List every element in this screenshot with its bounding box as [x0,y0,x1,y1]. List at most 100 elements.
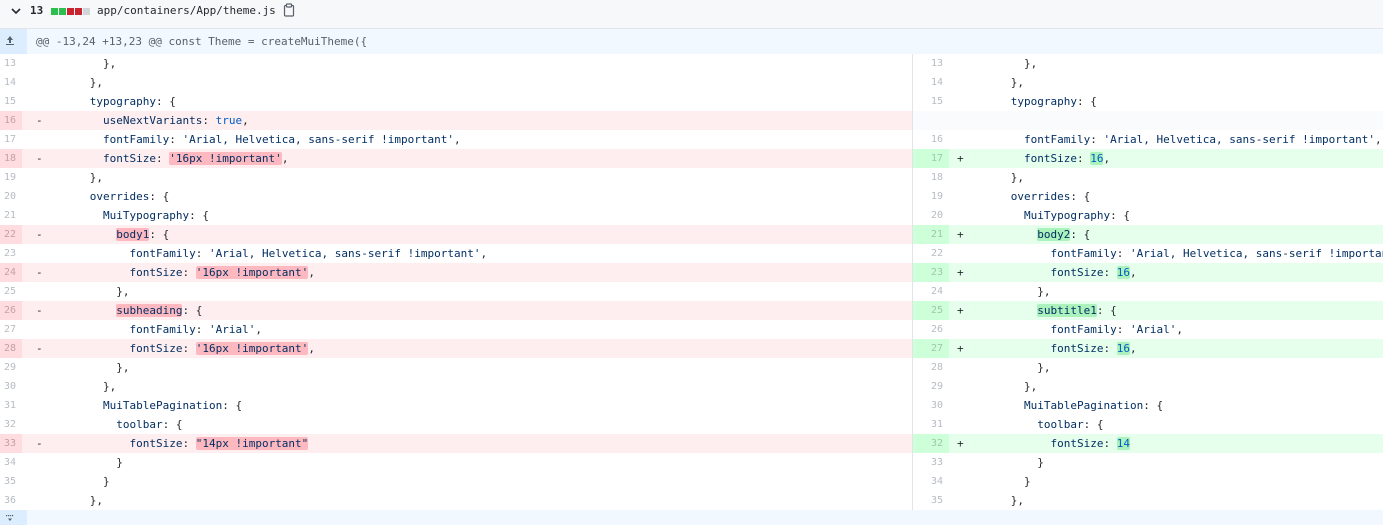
line-number[interactable]: 13 [0,54,22,73]
expand-down-icon[interactable] [0,510,27,525]
line-number[interactable]: 26 [913,320,949,339]
line-number[interactable]: 16 [0,111,22,130]
line-number[interactable]: 17 [0,130,22,149]
line-number[interactable]: 36 [0,491,22,510]
line-number[interactable]: 18 [913,168,949,187]
code-text: }, [971,73,1024,92]
code-text: MuiTypography: { [971,206,1130,225]
diff-line: 31 MuiTablePagination: { [0,396,912,415]
code-token: , [1129,342,1137,355]
line-number[interactable]: 15 [913,92,949,111]
file-path[interactable]: app/containers/App/theme.js [97,0,276,29]
line-number[interactable]: 17 [913,149,949,168]
line-number[interactable]: 26 [0,301,22,320]
diffstat-block [67,8,74,15]
diff-line: 20 MuiTypography: { [913,206,1383,225]
line-number[interactable]: 35 [913,491,949,510]
line-number[interactable]: 33 [913,453,949,472]
diff-line: 19 }, [0,168,912,187]
code-text: fontSize: '16px !important', [50,339,315,358]
line-number[interactable]: 31 [913,415,949,434]
code-token: : [1076,152,1091,165]
deletion-marker: - [36,437,43,450]
line-number[interactable]: 24 [913,282,949,301]
code-text: fontFamily: 'Arial, Helvetica, sans-seri… [971,130,1382,149]
diff-line: 32 + fontSize: 14 [913,434,1383,453]
diff-line: 35 } [0,472,912,491]
code-token: } [116,456,123,469]
line-number[interactable]: 28 [913,358,949,377]
code-token: , [1103,152,1111,165]
line-number[interactable]: 32 [913,434,949,453]
change-count: 13 [30,4,44,17]
code-token: "14px !important" [195,437,309,450]
deletion-marker: - [36,228,43,241]
line-number[interactable]: 18 [0,149,22,168]
code-text: }, [971,491,1024,510]
code-token: : { [162,418,183,431]
line-number[interactable]: 22 [0,225,22,244]
line-number[interactable]: 19 [913,187,949,206]
code-token: 'Arial' [1129,323,1177,336]
line-number[interactable]: 13 [913,54,949,73]
code-token: 'Arial, Helvetica, sans-serif !important… [182,133,454,146]
code-token: , [480,247,488,260]
diff-line: 24 - fontSize: '16px !important', [0,263,912,282]
expand-up-icon[interactable] [0,29,27,54]
line-number[interactable]: 21 [913,225,949,244]
code-token: overrides [89,190,150,203]
code-text: }, [971,168,1024,187]
code-text: fontSize: 16, [971,339,1137,358]
code-token: : { [182,304,203,317]
code-token: typography [1010,95,1077,108]
line-number[interactable]: 31 [0,396,22,415]
line-number[interactable]: 16 [913,130,949,149]
code-token: fontSize [102,152,156,165]
diff-line: 23 + fontSize: 16, [913,263,1383,282]
line-number[interactable]: 30 [0,377,22,396]
code-token: fontFamily [1050,323,1117,336]
code-token: : { [155,95,176,108]
code-token: fontSize [129,342,183,355]
line-number[interactable]: 28 [0,339,22,358]
line-number[interactable]: 27 [0,320,22,339]
diff-line: 17 fontFamily: 'Arial, Helvetica, sans-s… [0,130,912,149]
line-number[interactable]: 25 [0,282,22,301]
line-number[interactable]: 19 [0,168,22,187]
code-token: }, [116,285,130,298]
code-token: 14 [1116,437,1130,450]
line-number[interactable]: 15 [0,92,22,111]
line-number[interactable]: 27 [913,339,949,358]
line-number[interactable]: 21 [0,206,22,225]
chevron-down-icon[interactable] [10,0,22,29]
addition-marker: + [957,437,964,450]
code-token: : [1103,342,1117,355]
code-token: : { [1070,190,1091,203]
line-number[interactable]: 34 [0,453,22,472]
line-number[interactable]: 14 [913,73,949,92]
line-number[interactable]: 23 [0,244,22,263]
line-number[interactable]: 25 [913,301,949,320]
code-token: fontSize [129,437,183,450]
line-number[interactable]: 29 [913,377,949,396]
line-number[interactable]: 32 [0,415,22,434]
line-number[interactable]: 22 [913,244,949,263]
line-number[interactable]: 33 [0,434,22,453]
clipboard-icon[interactable] [283,0,295,29]
line-number[interactable]: 20 [0,187,22,206]
line-number[interactable]: 29 [0,358,22,377]
code-token: MuiTablePagination [102,399,223,412]
line-number[interactable]: 24 [0,263,22,282]
line-number[interactable]: 35 [0,472,22,491]
code-token: }, [1037,361,1051,374]
line-number[interactable]: 34 [913,472,949,491]
code-token: 'Arial, Helvetica, sans-serif !important… [208,247,481,260]
line-number[interactable]: 20 [913,206,949,225]
line-number [913,111,949,130]
line-number[interactable]: 23 [913,263,949,282]
code-token: fontSize [1023,152,1077,165]
line-number[interactable]: 30 [913,396,949,415]
code-token: : [195,323,209,336]
code-text: fontSize: "14px !important" [50,434,309,453]
line-number[interactable]: 14 [0,73,22,92]
